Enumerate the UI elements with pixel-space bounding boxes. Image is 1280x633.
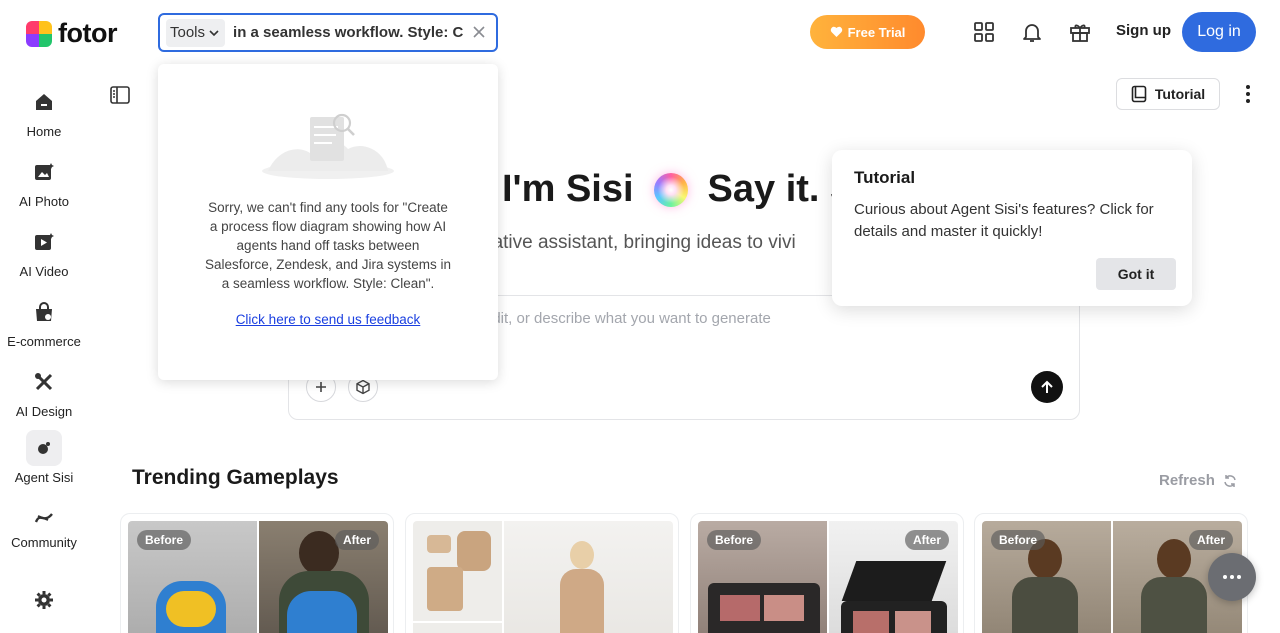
send-button[interactable] bbox=[1031, 371, 1063, 403]
logo-mark-icon bbox=[26, 20, 52, 47]
card-before-image: Before bbox=[698, 521, 827, 633]
refresh-icon bbox=[1224, 474, 1236, 487]
heart-icon bbox=[830, 26, 842, 37]
tutorial-button-label: Tutorial bbox=[1154, 86, 1206, 102]
sidebar-item-label: Community bbox=[11, 535, 77, 550]
log-in-button[interactable]: Log in bbox=[1182, 12, 1256, 52]
apps-grid-icon[interactable] bbox=[972, 20, 996, 44]
hero-title: I'm Sisi Say it. S bbox=[502, 168, 855, 211]
card-before-image: Before bbox=[982, 521, 1111, 633]
sidebar-item-agent-sisi[interactable]: Agent Sisi bbox=[0, 430, 88, 485]
gameplay-card[interactable]: Before After bbox=[974, 513, 1248, 633]
feedback-link[interactable]: Click here to send us feedback bbox=[158, 312, 498, 327]
shopping-bag-icon bbox=[26, 294, 62, 330]
design-tools-icon bbox=[26, 364, 62, 400]
book-icon bbox=[1131, 85, 1147, 103]
panel-toggle-icon[interactable] bbox=[110, 86, 130, 104]
more-options-icon[interactable] bbox=[1240, 84, 1256, 104]
sidebar-item-e-commerce[interactable]: E-commerce bbox=[0, 294, 88, 349]
gameplay-card[interactable]: Before After bbox=[690, 513, 964, 633]
prompt-placeholder: edit, or describe what you want to gener… bbox=[484, 310, 771, 327]
gear-icon[interactable] bbox=[34, 590, 54, 610]
search-scope-label: Tools bbox=[170, 24, 206, 41]
sidebar-item-label: Home bbox=[26, 124, 62, 139]
refresh-label: Refresh bbox=[1159, 472, 1215, 489]
sidebar-item-label: E-commerce bbox=[7, 334, 81, 349]
fotor-logo[interactable]: fotor bbox=[26, 18, 117, 49]
logo-text: fotor bbox=[58, 18, 117, 48]
before-tag: Before bbox=[707, 530, 762, 550]
free-trial-button[interactable]: Free Trial bbox=[810, 15, 925, 49]
card-after-image: After bbox=[829, 521, 958, 633]
card-outfit-image bbox=[413, 521, 502, 633]
popover-title: Tutorial bbox=[854, 168, 916, 187]
before-tag: Before bbox=[991, 530, 1046, 550]
sidebar-item-label: AI Video bbox=[19, 264, 69, 279]
tutorial-button[interactable]: Tutorial bbox=[1116, 78, 1220, 110]
sidebar-item-label: AI Photo bbox=[19, 194, 69, 209]
popover-body: Curious about Agent Sisi's features? Cli… bbox=[854, 201, 1154, 240]
close-icon[interactable] bbox=[470, 23, 488, 41]
sisi-orb-icon bbox=[653, 172, 688, 207]
sidebar-item-ai-video[interactable]: AI Video bbox=[0, 224, 88, 279]
home-icon bbox=[26, 84, 62, 120]
hero-subtitle: eative assistant, bringing ideas to vivi bbox=[482, 232, 796, 253]
no-results-illustration-icon bbox=[262, 113, 394, 179]
free-trial-label: Free Trial bbox=[847, 24, 906, 40]
sidebar-item-ai-photo[interactable]: AI Photo bbox=[0, 154, 88, 209]
sign-up-link[interactable]: Sign up bbox=[1116, 22, 1171, 39]
bell-icon[interactable] bbox=[1020, 20, 1044, 44]
sidebar-item-label: Agent Sisi bbox=[14, 470, 74, 485]
tutorial-popover: Tutorial Curious about Agent Sisi's feat… bbox=[832, 150, 1192, 306]
cube-icon bbox=[356, 379, 370, 395]
chevron-down-icon bbox=[209, 29, 219, 36]
arrow-up-icon bbox=[1041, 380, 1053, 393]
agent-sisi-icon bbox=[26, 430, 62, 466]
search-scope-select[interactable]: Tools bbox=[166, 18, 226, 47]
hero-title-left: I'm Sisi bbox=[502, 168, 634, 210]
card-model-image bbox=[504, 521, 673, 633]
trending-gameplays-title: Trending Gameplays bbox=[132, 466, 339, 489]
sidebar-item-ai-design[interactable]: AI Design bbox=[0, 364, 88, 419]
search-results-dropdown: Sorry, we can't find any tools for "Crea… bbox=[158, 64, 498, 380]
search-input[interactable] bbox=[233, 24, 468, 41]
gift-icon[interactable] bbox=[1068, 20, 1092, 44]
before-tag: Before bbox=[137, 530, 192, 550]
after-tag: After bbox=[904, 530, 949, 550]
gameplay-card[interactable] bbox=[405, 513, 679, 633]
plus-icon bbox=[316, 382, 326, 392]
after-tag: After bbox=[334, 530, 379, 550]
more-actions-fab[interactable] bbox=[1208, 553, 1256, 601]
no-results-message: Sorry, we can't find any tools for "Crea… bbox=[204, 200, 452, 291]
ellipsis-icon bbox=[1223, 575, 1241, 579]
search-bar: Tools bbox=[158, 13, 498, 52]
sidebar-item-home[interactable]: Home bbox=[0, 84, 88, 139]
ai-video-icon bbox=[26, 224, 62, 260]
sidebar-item-community[interactable]: Community bbox=[0, 504, 88, 550]
after-tag: After bbox=[1188, 530, 1233, 550]
card-after-image: After bbox=[259, 521, 388, 633]
got-it-button[interactable]: Got it bbox=[1096, 258, 1176, 290]
card-before-image: Before bbox=[128, 521, 257, 633]
community-icon bbox=[26, 504, 62, 531]
sidebar-item-label: AI Design bbox=[15, 404, 73, 419]
refresh-button[interactable]: Refresh bbox=[1159, 472, 1237, 489]
gameplay-card[interactable]: Before After bbox=[120, 513, 394, 633]
ai-photo-icon bbox=[26, 154, 62, 190]
sidebar: Home AI Photo AI Video E-commerce AI Des… bbox=[0, 64, 88, 633]
